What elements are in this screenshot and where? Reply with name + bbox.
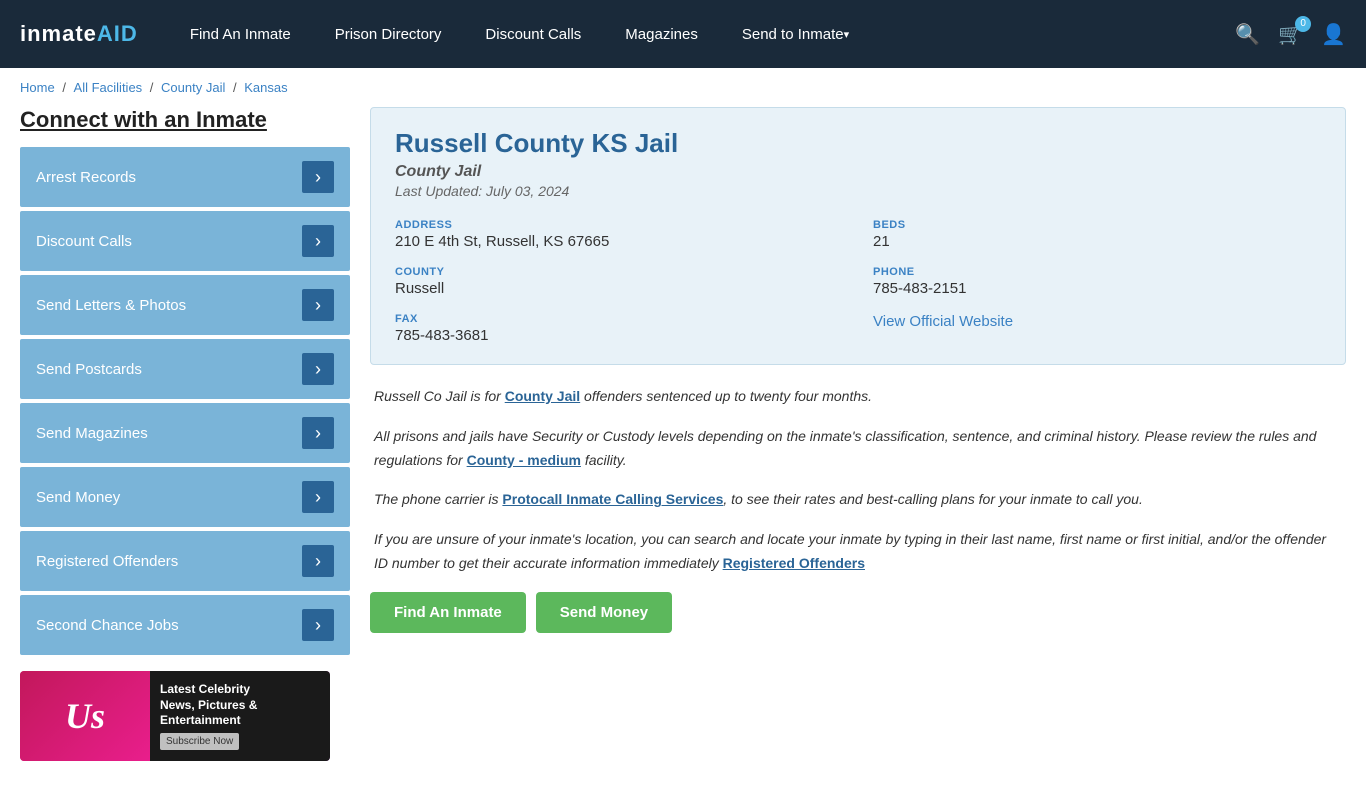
sidebar-item-registered-offenders[interactable]: Registered Offenders ›	[20, 531, 350, 591]
site-header: inmateAID Find An Inmate Prison Director…	[0, 0, 1366, 68]
sidebar-item-send-letters[interactable]: Send Letters & Photos ›	[20, 275, 350, 335]
address-value: 210 E 4th St, Russell, KS 67665	[395, 233, 843, 250]
sidebar-item-label: Send Money	[36, 489, 120, 506]
sidebar-arrow-icon: ›	[302, 353, 334, 385]
sidebar-arrow-icon: ›	[302, 417, 334, 449]
sidebar: Connect with an Inmate Arrest Records › …	[20, 107, 350, 761]
sidebar-arrow-icon: ›	[302, 161, 334, 193]
sidebar-arrow-icon: ›	[302, 481, 334, 513]
sidebar-item-label: Discount Calls	[36, 233, 132, 250]
registered-offenders-link[interactable]: Registered Offenders	[723, 555, 865, 571]
cart-icon[interactable]: 🛒 0	[1278, 22, 1303, 47]
sidebar-item-label: Registered Offenders	[36, 553, 178, 570]
ad-text-area: Latest Celebrity News, Pictures & Entert…	[150, 671, 330, 761]
description-para1: Russell Co Jail is for County Jail offen…	[374, 385, 1342, 409]
bottom-buttons: Find An Inmate Send Money	[370, 592, 1346, 633]
phone-block: PHONE 785-483-2151	[873, 266, 1321, 297]
address-block: ADDRESS 210 E 4th St, Russell, KS 67665	[395, 219, 843, 250]
sidebar-item-send-magazines[interactable]: Send Magazines ›	[20, 403, 350, 463]
beds-label: BEDS	[873, 219, 1321, 231]
beds-value: 21	[873, 233, 1321, 250]
county-block: COUNTY Russell	[395, 266, 843, 297]
nav-discount-calls[interactable]: Discount Calls	[463, 0, 603, 68]
cart-badge: 0	[1295, 16, 1311, 32]
content-area: Russell County KS Jail County Jail Last …	[370, 107, 1346, 761]
address-label: ADDRESS	[395, 219, 843, 231]
county-label: COUNTY	[395, 266, 843, 278]
phone-label: PHONE	[873, 266, 1321, 278]
sidebar-item-label: Second Chance Jobs	[36, 617, 179, 634]
facility-info-grid: ADDRESS 210 E 4th St, Russell, KS 67665 …	[395, 219, 1321, 344]
ad-text-main: Latest Celebrity News, Pictures & Entert…	[160, 682, 320, 729]
facility-last-updated: Last Updated: July 03, 2024	[395, 183, 1321, 199]
breadcrumb-kansas[interactable]: Kansas	[244, 80, 287, 95]
view-official-website-link[interactable]: View Official Website	[873, 313, 1321, 330]
breadcrumb-sep2: /	[150, 80, 157, 95]
sidebar-item-label: Arrest Records	[36, 169, 136, 186]
search-icon[interactable]: 🔍	[1235, 22, 1260, 47]
county-jail-link[interactable]: County Jail	[505, 388, 580, 404]
sidebar-item-arrest-records[interactable]: Arrest Records ›	[20, 147, 350, 207]
beds-block: BEDS 21	[873, 219, 1321, 250]
ad-banner[interactable]: Us Latest Celebrity News, Pictures & Ent…	[20, 671, 330, 761]
description-para2: All prisons and jails have Security or C…	[374, 425, 1342, 473]
phone-value: 785-483-2151	[873, 280, 1321, 297]
sidebar-item-discount-calls[interactable]: Discount Calls ›	[20, 211, 350, 271]
breadcrumb-all-facilities[interactable]: All Facilities	[74, 80, 143, 95]
header-icons: 🔍 🛒 0 👤	[1235, 22, 1346, 47]
description-para4: If you are unsure of your inmate's locat…	[374, 528, 1342, 576]
facility-card: Russell County KS Jail County Jail Last …	[370, 107, 1346, 365]
breadcrumb-county-jail[interactable]: County Jail	[161, 80, 225, 95]
sidebar-item-send-postcards[interactable]: Send Postcards ›	[20, 339, 350, 399]
sidebar-item-send-money[interactable]: Send Money ›	[20, 467, 350, 527]
website-block: View Official Website	[873, 313, 1321, 344]
nav-send-to-inmate[interactable]: Send to Inmate	[720, 0, 871, 68]
ad-content: Us Latest Celebrity News, Pictures & Ent…	[20, 671, 330, 761]
main-nav: Find An Inmate Prison Directory Discount…	[168, 0, 1235, 68]
description-area: Russell Co Jail is for County Jail offen…	[370, 385, 1346, 576]
find-inmate-button[interactable]: Find An Inmate	[370, 592, 526, 633]
ad-image: Us	[20, 671, 150, 761]
user-icon[interactable]: 👤	[1321, 22, 1346, 47]
fax-label: FAX	[395, 313, 843, 325]
protocall-link[interactable]: Protocall Inmate Calling Services	[502, 491, 723, 507]
nav-magazines[interactable]: Magazines	[603, 0, 720, 68]
logo-text: inmateAID	[20, 21, 138, 47]
ad-subscribe-button[interactable]: Subscribe Now	[160, 733, 239, 750]
breadcrumb: Home / All Facilities / County Jail / Ka…	[0, 68, 1366, 107]
facility-type: County Jail	[395, 163, 1321, 181]
sidebar-item-second-chance-jobs[interactable]: Second Chance Jobs ›	[20, 595, 350, 655]
nav-prison-directory[interactable]: Prison Directory	[313, 0, 464, 68]
sidebar-item-label: Send Postcards	[36, 361, 142, 378]
fax-value: 785-483-3681	[395, 327, 843, 344]
sidebar-title: Connect with an Inmate	[20, 107, 350, 133]
nav-find-inmate[interactable]: Find An Inmate	[168, 0, 313, 68]
send-money-button[interactable]: Send Money	[536, 592, 672, 633]
main-container: Connect with an Inmate Arrest Records › …	[0, 107, 1366, 801]
sidebar-arrow-icon: ›	[302, 609, 334, 641]
logo[interactable]: inmateAID	[20, 21, 138, 47]
sidebar-item-label: Send Magazines	[36, 425, 148, 442]
fax-block: FAX 785-483-3681	[395, 313, 843, 344]
sidebar-menu: Arrest Records › Discount Calls › Send L…	[20, 147, 350, 655]
county-value: Russell	[395, 280, 843, 297]
sidebar-item-label: Send Letters & Photos	[36, 297, 186, 314]
sidebar-arrow-icon: ›	[302, 289, 334, 321]
county-medium-link[interactable]: County - medium	[467, 452, 581, 468]
breadcrumb-sep1: /	[62, 80, 69, 95]
breadcrumb-sep3: /	[233, 80, 240, 95]
description-para3: The phone carrier is Protocall Inmate Ca…	[374, 488, 1342, 512]
sidebar-arrow-icon: ›	[302, 225, 334, 257]
sidebar-arrow-icon: ›	[302, 545, 334, 577]
breadcrumb-home[interactable]: Home	[20, 80, 55, 95]
facility-title: Russell County KS Jail	[395, 128, 1321, 159]
